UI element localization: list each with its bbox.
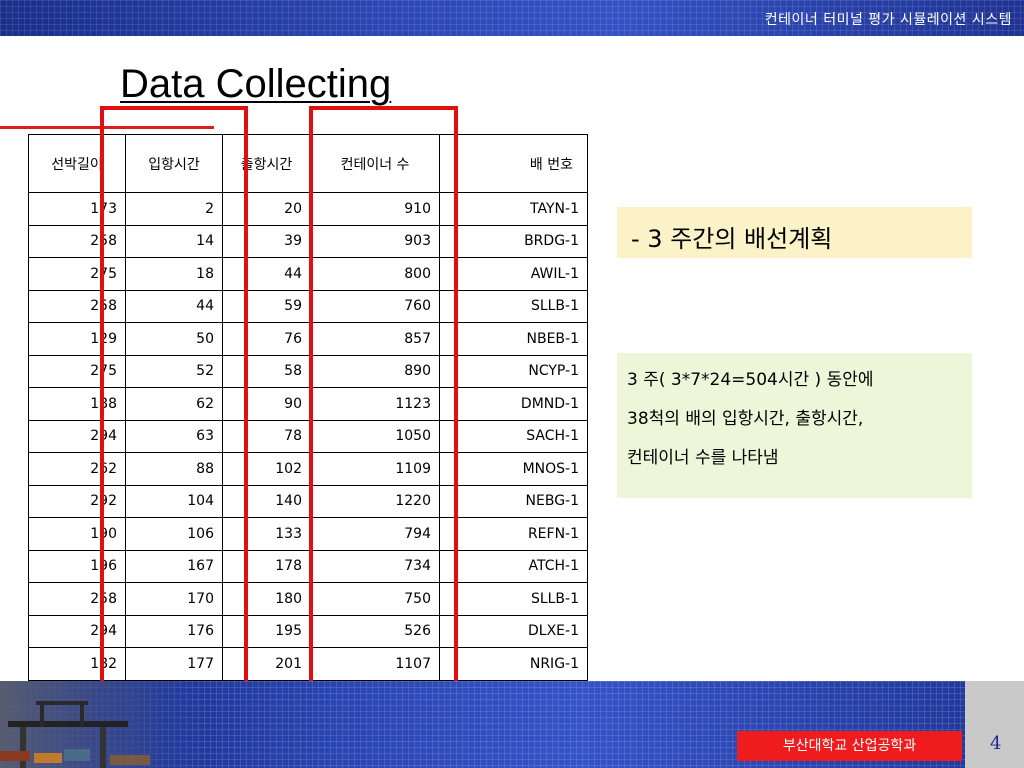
page-number-corner xyxy=(965,681,1024,768)
table-cell: REFN-1 xyxy=(439,517,588,551)
table-cell: DLXE-1 xyxy=(439,614,588,648)
table-cell: SACH-1 xyxy=(439,419,588,453)
table-cell: NCYP-1 xyxy=(439,354,588,388)
table-cell: ATCH-1 xyxy=(439,549,588,583)
slide-title: Data Collecting xyxy=(120,62,392,106)
container-crane-photo-icon xyxy=(0,681,200,768)
plan-heading-box: - 3 주간의 배선계획 xyxy=(617,207,972,258)
page-number: 4 xyxy=(990,733,1002,754)
table-cell: AWIL-1 xyxy=(439,257,588,291)
plan-heading-text: - 3 주간의 배선계획 xyxy=(631,225,833,253)
description-box: 3 주( 3*7*24=504시간 ) 동안에 38척의 배의 입항시간, 출항… xyxy=(617,353,972,498)
column-header-ship-id: 배 번호 xyxy=(439,134,588,193)
table-cell: BRDG-1 xyxy=(439,224,588,258)
table-cell: TAYN-1 xyxy=(439,192,588,226)
description-line: 3 주( 3*7*24=504시간 ) 동안에 xyxy=(627,370,874,390)
system-title: 컨테이너 터미널 평가 시뮬레이션 시스템 xyxy=(764,12,1012,28)
top-banner: 컨테이너 터미널 평가 시뮬레이션 시스템 xyxy=(0,0,1024,36)
highlight-box-ship-length xyxy=(100,106,248,708)
description-line: 컨테이너 수를 나타냄 xyxy=(627,448,779,468)
table-cell: SLLB-1 xyxy=(439,289,588,323)
table-cell: NBEB-1 xyxy=(439,322,588,356)
university-label: 부산대학교 산업공학과 xyxy=(737,731,962,761)
highlight-box-container-count xyxy=(309,106,458,708)
table-cell: DMND-1 xyxy=(439,387,588,421)
table-cell: NEBG-1 xyxy=(439,484,588,518)
description-line: 38척의 배의 입항시간, 출항시간, xyxy=(627,409,864,429)
table-cell: NRIG-1 xyxy=(439,647,588,681)
table-cell: MNOS-1 xyxy=(439,452,588,486)
table-cell: SLLB-1 xyxy=(439,582,588,616)
